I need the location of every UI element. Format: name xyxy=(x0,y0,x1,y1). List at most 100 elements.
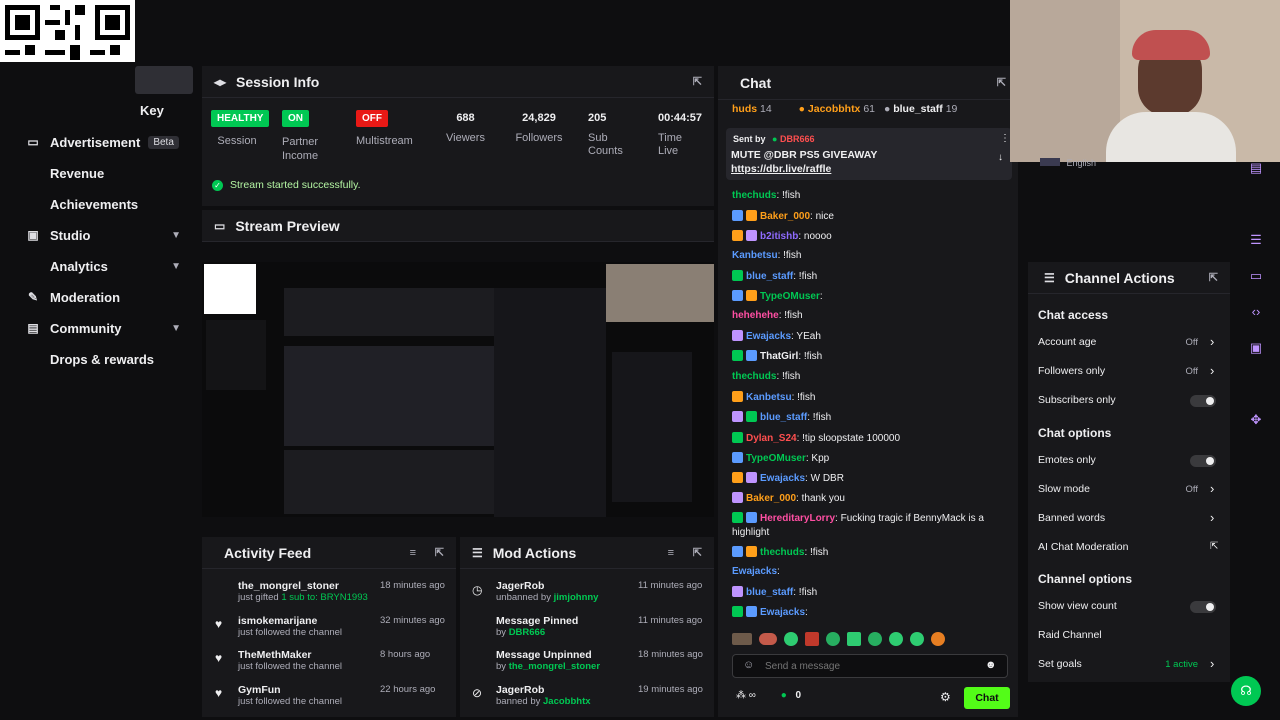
pinned-message[interactable]: Sent by ● DBR666 MUTE @DBR PS5 GIVEAWAY … xyxy=(726,128,1012,180)
chat-username[interactable]: blue_staff xyxy=(746,271,793,282)
chat-message[interactable]: thechuds: !fish xyxy=(732,190,1017,201)
chat-message[interactable]: ThatGirl: !fish xyxy=(732,350,1017,362)
chat-message[interactable]: b2itishb: noooo xyxy=(732,230,1017,242)
chat-message[interactable]: Baker_000: thank you xyxy=(732,492,1017,504)
code-icon[interactable]: ‹› xyxy=(1240,299,1272,325)
emote-icon[interactable] xyxy=(732,633,752,645)
chat-message[interactable]: blue_staff: !fish xyxy=(732,586,1017,598)
list-item[interactable]: the_mongrel_stoner just gifted 1 sub to:… xyxy=(238,580,448,603)
emote-icon[interactable] xyxy=(826,632,840,646)
list-item[interactable]: JagerRob banned by Jacobbhtx 19 minutes … xyxy=(496,684,706,707)
chat-message[interactable]: Kanbetsu: !fish xyxy=(732,250,1017,261)
chat-username[interactable]: b2itishb xyxy=(760,231,798,242)
emoji-icon[interactable]: ☻ xyxy=(985,659,997,671)
setting-row[interactable]: Banned words xyxy=(1038,512,1218,524)
setting-row[interactable]: AI Chat Moderation xyxy=(1038,541,1218,553)
chat-message[interactable]: HereditaryLorry: Fucking tragic if Benny… xyxy=(732,512,1017,540)
sidebar-item-studio[interactable]: ▣ Studio ▼ xyxy=(0,220,195,250)
more-options-icon[interactable]: ⋮ xyxy=(1000,133,1010,144)
chat-message[interactable]: blue_staff: !fish xyxy=(732,270,1017,282)
window-icon[interactable]: ▣ xyxy=(1240,335,1272,361)
chevron-right-icon[interactable]: › xyxy=(1210,334,1214,349)
chat-username[interactable]: Ewajacks xyxy=(746,331,791,342)
chat-username[interactable]: ThatGirl xyxy=(760,351,798,362)
filter-icon[interactable]: ≡ xyxy=(668,547,674,559)
sidebar-item-advertisement[interactable]: ▭ Advertisement Beta xyxy=(0,127,195,157)
chat-username[interactable]: thechuds xyxy=(732,190,776,201)
setting-row[interactable]: Raid Channel xyxy=(1038,629,1218,641)
chevron-right-icon[interactable]: › xyxy=(1210,656,1214,671)
toggle-switch[interactable] xyxy=(1190,455,1216,467)
filter-icon[interactable]: ≡ xyxy=(410,547,416,559)
sidebar-item-moderation[interactable]: ✎ Moderation xyxy=(0,282,195,312)
emote-icon[interactable] xyxy=(784,632,798,646)
external-link-icon[interactable]: ⇱ xyxy=(1210,541,1218,552)
arrow-down-icon[interactable]: ↓ xyxy=(998,152,1003,163)
chat-message[interactable]: Dylan_S24: !tip sloopstate 100000 xyxy=(732,432,1017,444)
list-item[interactable]: Message Pinned by DBR666 11 minutes ago xyxy=(496,615,706,638)
send-chat-button[interactable]: Chat xyxy=(964,687,1010,709)
chat-username[interactable]: thechuds xyxy=(732,371,776,382)
chat-username[interactable]: Kanbetsu xyxy=(746,392,792,403)
popout-icon[interactable]: ⇱ xyxy=(997,76,1006,89)
sidebar-item-revenue[interactable]: Revenue xyxy=(0,158,195,188)
chat-username[interactable]: TypeOMuser xyxy=(746,453,806,464)
chat-message[interactable]: thechuds: !fish xyxy=(732,371,1017,382)
chat-message[interactable]: Ewajacks: xyxy=(732,606,1017,618)
chat-message[interactable]: thechuds: !fish xyxy=(732,546,1017,558)
list-icon[interactable]: ☰ xyxy=(1240,227,1272,253)
emote-icon[interactable] xyxy=(931,632,945,646)
chat-username[interactable]: Ewajacks xyxy=(760,473,805,484)
chat-message[interactable]: TypeOMuser: Kpp xyxy=(732,452,1017,464)
chat-message[interactable]: blue_staff: !fish xyxy=(732,411,1017,423)
chevron-right-icon[interactable]: › xyxy=(1210,363,1214,378)
sidebar-item-drops-rewards[interactable]: Drops & rewards xyxy=(0,344,195,374)
chat-message[interactable]: Ewajacks: xyxy=(732,566,1017,577)
list-item[interactable]: GymFun just followed the channel 22 hour… xyxy=(238,684,448,707)
sidebar-item-community[interactable]: ▤ Community ▼ xyxy=(0,313,195,343)
chevron-right-icon[interactable]: › xyxy=(1210,510,1214,525)
toggle-switch[interactable] xyxy=(1190,395,1216,407)
popout-icon[interactable]: ⇱ xyxy=(693,546,702,559)
chat-username[interactable]: HereditaryLorry xyxy=(760,513,835,524)
list-item[interactable]: ismokemarijane just followed the channel… xyxy=(238,615,448,638)
chat-username[interactable]: Dylan_S24 xyxy=(746,433,797,444)
headset-icon[interactable]: ☊ xyxy=(1231,676,1261,706)
message-field[interactable] xyxy=(765,658,975,674)
chat-username[interactable]: Kanbetsu xyxy=(732,250,778,261)
stream-preview-video[interactable] xyxy=(202,262,714,517)
toggle-switch[interactable] xyxy=(1190,601,1216,613)
list-item[interactable]: Message Unpinned by the_mongrel_stoner 1… xyxy=(496,649,706,672)
chat-username[interactable]: thechuds xyxy=(760,547,804,558)
popout-icon[interactable]: ⇱ xyxy=(1209,271,1218,284)
chat-username[interactable]: blue_staff xyxy=(746,587,793,598)
chat-username[interactable]: blue_staff xyxy=(760,412,807,423)
chat-username[interactable]: Ewajacks xyxy=(760,607,805,618)
list-item[interactable]: JagerRob unbanned by jimjohnny 11 minute… xyxy=(496,580,706,603)
pinned-link[interactable]: https://dbr.live/raffle xyxy=(731,163,831,175)
chat-message[interactable]: hehehehe: !fish xyxy=(732,310,1017,321)
chat-message[interactable]: Kanbetsu: !fish xyxy=(732,391,1017,403)
puzzle-icon[interactable]: ✥ xyxy=(1240,407,1272,433)
popout-icon[interactable]: ⇱ xyxy=(435,546,444,559)
chevron-right-icon[interactable]: › xyxy=(1210,481,1214,496)
users-icon[interactable]: ⁂ ∞ xyxy=(736,690,756,701)
lightning-icon[interactable] xyxy=(1240,191,1272,217)
chat-message[interactable]: Ewajacks: W DBR xyxy=(732,472,1017,484)
sidebar-item-key[interactable]: Key xyxy=(0,95,195,125)
chat-input[interactable]: ☺ ☻ xyxy=(732,654,1008,678)
emote-icon[interactable] xyxy=(805,632,819,646)
chat-message[interactable]: Ewajacks: YEah xyxy=(732,330,1017,342)
sidebar-item-analytics[interactable]: Analytics ▼ xyxy=(0,251,195,281)
chat-username[interactable]: Baker_000 xyxy=(760,211,810,222)
chat-view-icon[interactable]: ▤ xyxy=(1240,155,1272,181)
gear-icon[interactable]: ⚙ xyxy=(940,690,951,704)
emote-icon[interactable] xyxy=(889,632,903,646)
emote-icon[interactable] xyxy=(910,632,924,646)
popout-icon[interactable]: ⇱ xyxy=(693,75,702,88)
chat-message[interactable]: TypeOMuser: xyxy=(732,290,1017,302)
emote-icon[interactable] xyxy=(847,632,861,646)
chat-username[interactable]: TypeOMuser xyxy=(760,291,820,302)
chat-username[interactable]: hehehehe xyxy=(732,310,779,321)
emote-icon[interactable] xyxy=(759,633,777,645)
